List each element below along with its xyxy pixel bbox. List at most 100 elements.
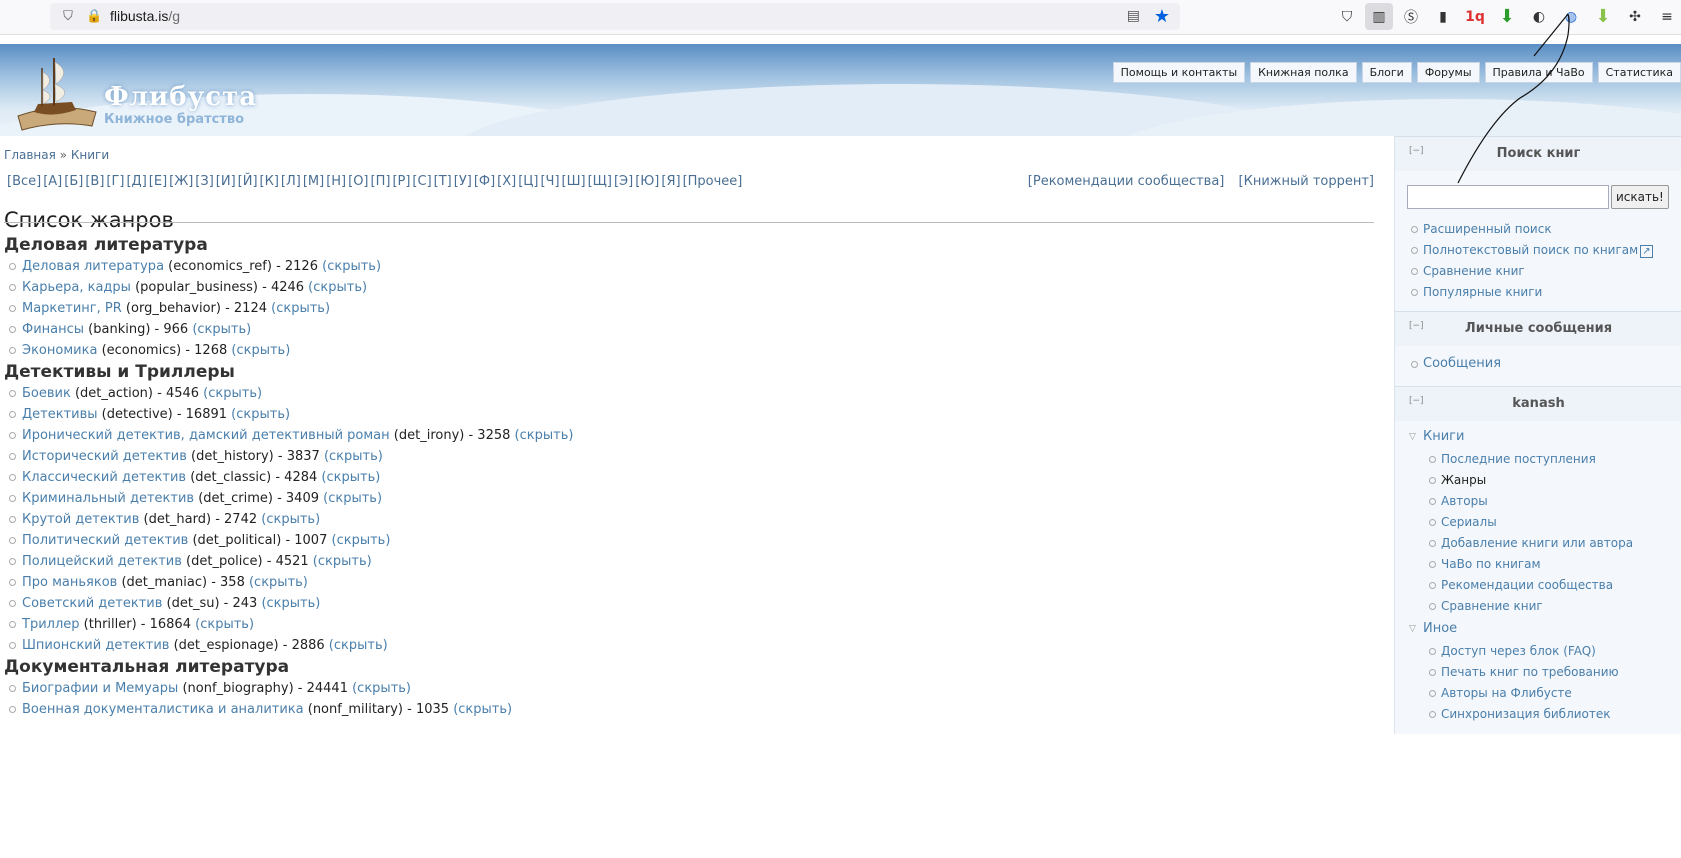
books-menu-item[interactable]: Сравнение книг: [1427, 596, 1681, 617]
compare-books-link[interactable]: Сравнение книг: [1409, 261, 1681, 282]
letter-filter-link[interactable]: [Ц]: [518, 174, 538, 189]
hide-genre-link[interactable]: (скрыть): [271, 301, 330, 316]
book-torrent-link[interactable]: [Книжный торрент]: [1239, 174, 1374, 189]
books-menu-item[interactable]: Сериалы: [1427, 512, 1681, 533]
download-arrow-icon[interactable]: ⬇: [1589, 3, 1617, 30]
other-menu-item[interactable]: Синхронизация библиотек: [1427, 704, 1681, 725]
genre-link[interactable]: Исторический детектив: [22, 449, 187, 464]
hide-genre-link[interactable]: (скрыть): [249, 575, 308, 590]
nav-bookshelf[interactable]: Книжная полка: [1250, 62, 1357, 83]
ship-logo-icon[interactable]: [12, 50, 102, 134]
genre-link[interactable]: Деловая литература: [22, 259, 164, 274]
genre-link[interactable]: Экономика: [22, 343, 97, 358]
other-menu-item[interactable]: Доступ через блок (FAQ): [1427, 641, 1681, 662]
letter-filter-link[interactable]: [Й]: [238, 174, 258, 189]
letter-filter-link[interactable]: [О]: [348, 174, 368, 189]
hide-genre-link[interactable]: (скрыть): [352, 681, 411, 696]
hide-genre-link[interactable]: (скрыть): [203, 386, 262, 401]
letter-filter-link[interactable]: [Все]: [7, 174, 41, 189]
books-menu-item[interactable]: Последние поступления: [1427, 449, 1681, 470]
nav-rules-faq[interactable]: Правила и ЧаВо: [1484, 62, 1593, 83]
breadcrumb-home[interactable]: Главная: [4, 148, 56, 162]
letter-filter-link[interactable]: [И]: [216, 174, 236, 189]
other-menu-item[interactable]: Печать книг по требованию: [1427, 662, 1681, 683]
breadcrumb-books[interactable]: Книги: [71, 148, 109, 162]
hide-genre-link[interactable]: (скрыть): [192, 322, 251, 337]
letter-filter-link[interactable]: [Д]: [126, 174, 146, 189]
hide-genre-link[interactable]: (скрыть): [231, 407, 290, 422]
hide-genre-link[interactable]: (скрыть): [515, 428, 574, 443]
letter-filter-link[interactable]: [Н]: [326, 174, 346, 189]
genre-link[interactable]: Про маньяков: [22, 575, 117, 590]
hide-genre-link[interactable]: (скрыть): [308, 280, 367, 295]
letter-filter-link[interactable]: [Е]: [149, 174, 167, 189]
letter-filter-link[interactable]: [Б]: [64, 174, 83, 189]
letter-filter-link[interactable]: [Ж]: [169, 174, 193, 189]
letter-filter-link[interactable]: [Т]: [434, 174, 452, 189]
hide-genre-link[interactable]: (скрыть): [321, 470, 380, 485]
genre-link[interactable]: Классический детектив: [22, 470, 186, 485]
books-menu-item[interactable]: Рекомендации сообщества: [1427, 575, 1681, 596]
nav-statistics[interactable]: Статистика: [1597, 62, 1681, 83]
genre-link[interactable]: Детективы: [22, 407, 98, 422]
genre-link[interactable]: Советский детектив: [22, 596, 162, 611]
books-menu-item[interactable]: Авторы: [1427, 491, 1681, 512]
genre-link[interactable]: Политический детектив: [22, 533, 188, 548]
menu-icon[interactable]: ≡: [1653, 3, 1681, 30]
genre-link[interactable]: Военная документалистика и аналитика: [22, 702, 304, 717]
hide-genre-link[interactable]: (скрыть): [261, 596, 320, 611]
puzzle-icon[interactable]: ✣: [1621, 3, 1649, 30]
books-menu-item[interactable]: ЧаВо по книгам: [1427, 554, 1681, 575]
letter-filter-link[interactable]: [Я]: [661, 174, 680, 189]
book-search-input[interactable]: [1407, 185, 1609, 209]
extension-icon[interactable]: ◐: [1525, 3, 1553, 30]
download-arrow-icon[interactable]: ⬇: [1493, 3, 1521, 30]
advanced-search-link[interactable]: Расширенный поиск: [1409, 219, 1681, 240]
books-menu-item[interactable]: Добавление книги или автора: [1427, 533, 1681, 554]
other-menu-item[interactable]: Авторы на Флибусте: [1427, 683, 1681, 704]
hide-genre-link[interactable]: (скрыть): [261, 512, 320, 527]
genre-link[interactable]: Боевик: [22, 386, 71, 401]
genre-link[interactable]: Шпионский детектив: [22, 638, 169, 653]
genre-link[interactable]: Маркетинг, PR: [22, 301, 122, 316]
genre-link[interactable]: Триллер: [22, 617, 80, 632]
site-logo-title[interactable]: Флибуста: [104, 82, 257, 112]
letter-filter-link[interactable]: [Л]: [281, 174, 301, 189]
letter-filter-link[interactable]: [Прочее]: [683, 174, 743, 189]
collapse-toggle[interactable]: [−]: [1409, 136, 1424, 168]
letter-filter-link[interactable]: [Э]: [614, 174, 633, 189]
letter-filter-link[interactable]: [У]: [454, 174, 472, 189]
letter-filter-link[interactable]: [Ю]: [635, 174, 659, 189]
sidebar-icon[interactable]: ▥: [1365, 3, 1393, 30]
reader-view-icon[interactable]: ▤: [1127, 8, 1140, 24]
hide-genre-link[interactable]: (скрыть): [329, 638, 388, 653]
address-bar[interactable]: ⛉ 🔒 flibusta.is/g ▤ ★: [50, 3, 1180, 30]
shield-icon[interactable]: ⛉: [60, 9, 76, 25]
genre-link[interactable]: Крутой детектив: [22, 512, 139, 527]
community-recommendations-link[interactable]: [Рекомендации сообщества]: [1028, 174, 1225, 189]
genre-link[interactable]: Иронический детектив, дамский детективны…: [22, 428, 390, 443]
letter-filter-link[interactable]: [П]: [371, 174, 391, 189]
letter-filter-link[interactable]: [Ш]: [562, 174, 586, 189]
letter-filter-link[interactable]: [Х]: [497, 174, 516, 189]
hide-genre-link[interactable]: (скрыть): [332, 533, 391, 548]
books-menu-item[interactable]: Жанры: [1427, 470, 1681, 491]
1q-icon[interactable]: 1q: [1461, 3, 1489, 30]
hide-genre-link[interactable]: (скрыть): [453, 702, 512, 717]
url-text[interactable]: flibusta.is/g: [110, 8, 180, 24]
search-button[interactable]: искать!: [1611, 185, 1669, 209]
letter-filter-link[interactable]: [Ч]: [540, 174, 559, 189]
books-section-link[interactable]: Книги: [1409, 425, 1681, 449]
letter-filter-link[interactable]: [Ф]: [474, 174, 495, 189]
collapse-toggle[interactable]: [−]: [1409, 384, 1424, 418]
letter-filter-link[interactable]: [А]: [43, 174, 62, 189]
letter-filter-link[interactable]: [С]: [412, 174, 431, 189]
genre-link[interactable]: Финансы: [22, 322, 84, 337]
hide-genre-link[interactable]: (скрыть): [322, 259, 381, 274]
letter-filter-link[interactable]: [З]: [195, 174, 213, 189]
genre-link[interactable]: Криминальный детектив: [22, 491, 194, 506]
letter-filter-link[interactable]: [К]: [260, 174, 279, 189]
collapse-toggle[interactable]: [−]: [1409, 309, 1424, 343]
genre-link[interactable]: Полицейский детектив: [22, 554, 182, 569]
nav-help[interactable]: Помощь и контакты: [1112, 62, 1246, 83]
